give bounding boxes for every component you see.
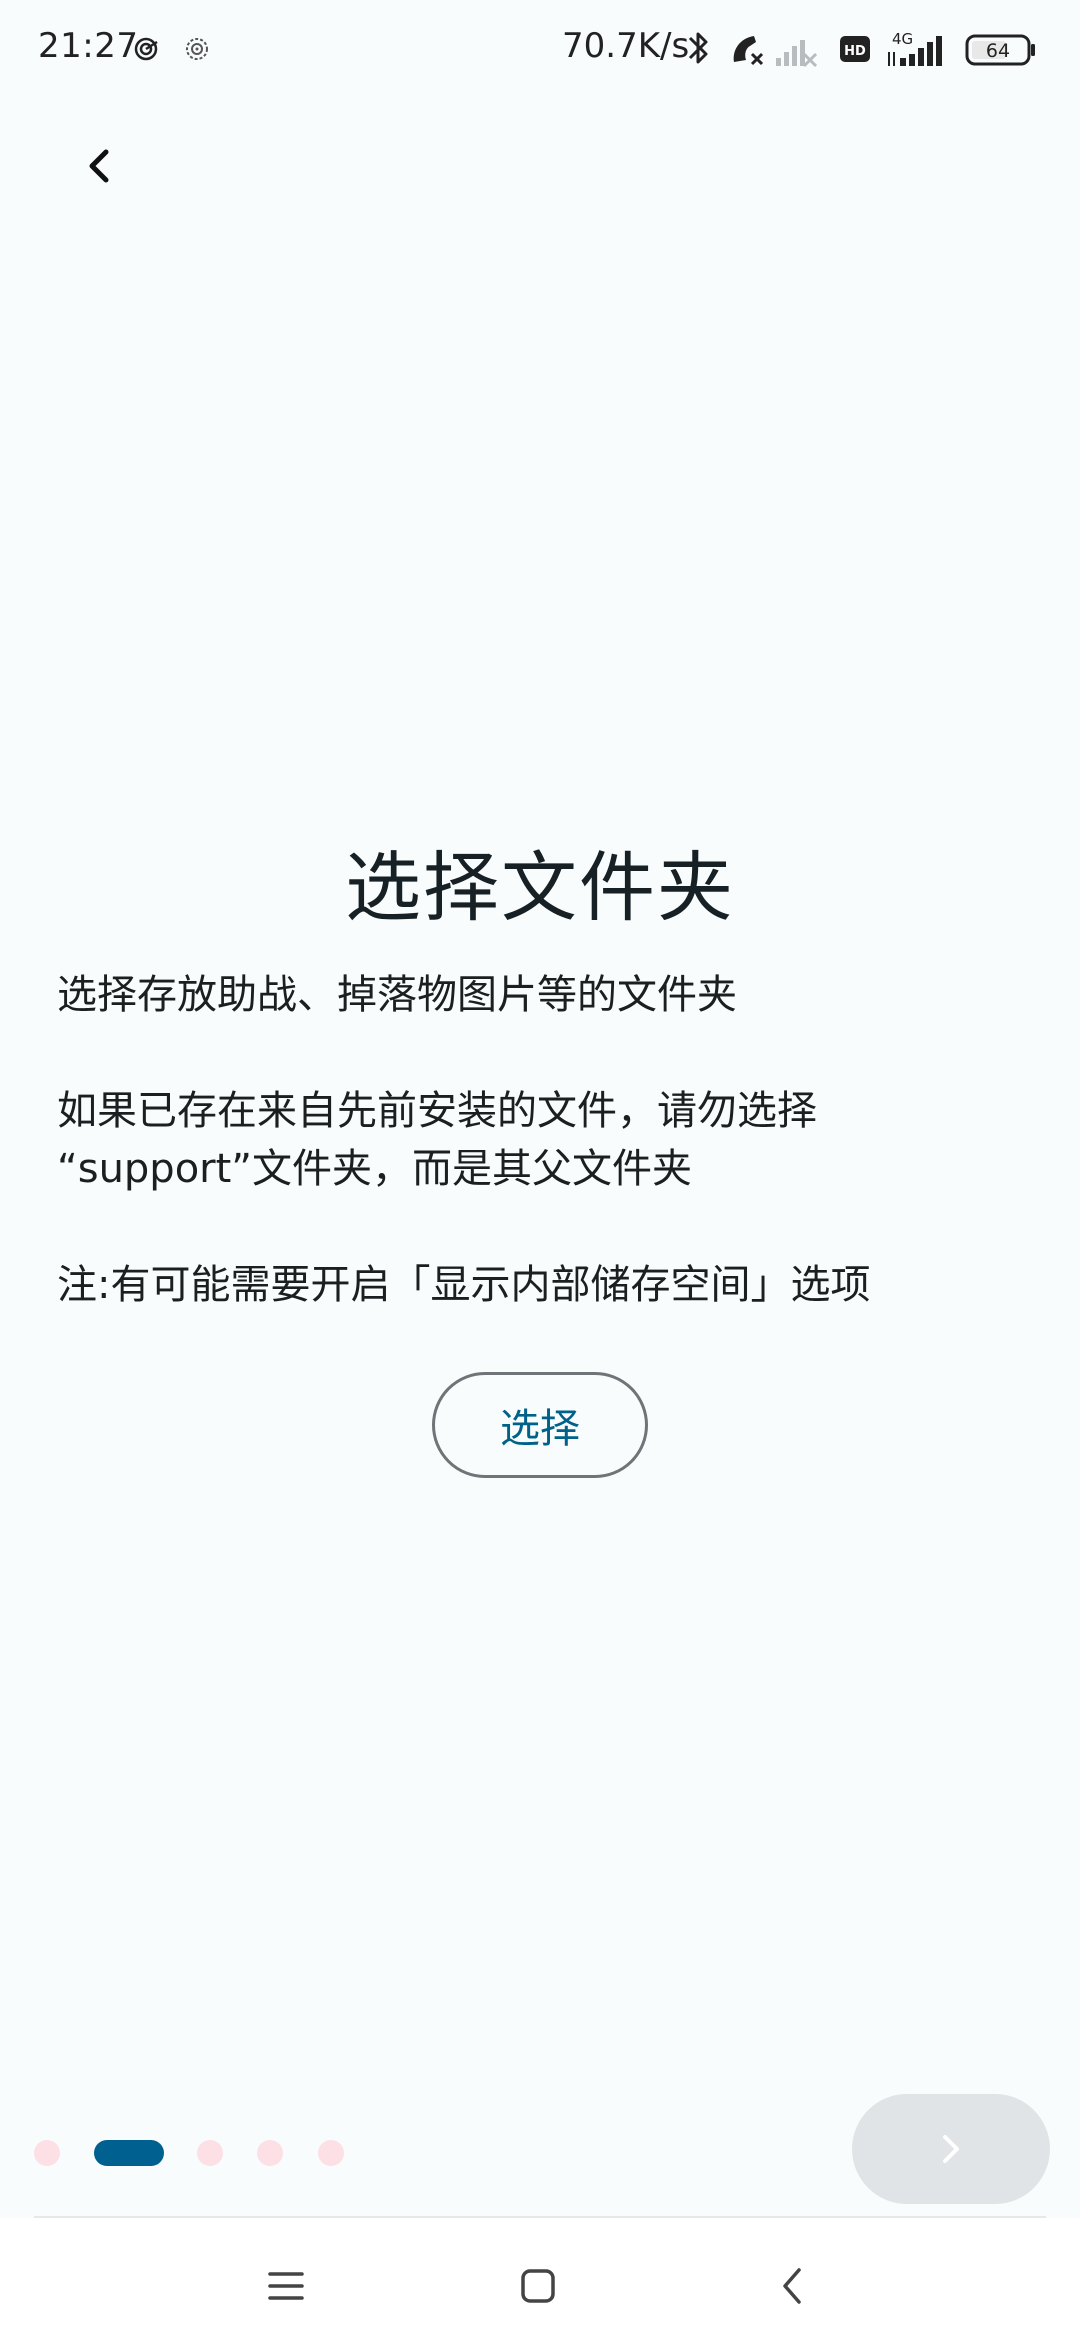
battery-icon: 64: [965, 34, 1035, 66]
hd-icon: HD: [840, 36, 870, 62]
call-off-icon: [733, 36, 764, 66]
menu-icon: [268, 2272, 304, 2300]
description-paragraph-2-line-1: 如果已存在来自先前安装的文件，请勿选择: [57, 1088, 817, 1134]
chevron-left-icon: [89, 149, 109, 183]
description-note: 注:有可能需要开启「显示内部储存空间」选项: [57, 1262, 871, 1308]
signal-off-icon: [776, 40, 818, 68]
description: 选择存放助战、掉落物图片等的文件夹 如果已存在来自先前安装的文件，请勿选择 “s…: [57, 966, 1037, 1314]
status-icons-group: HD 4G 64: [688, 30, 1035, 68]
status-bar: 21:27 70.7K/s HD 4G 64: [0, 0, 1080, 100]
radar-icon: [134, 37, 158, 61]
back-chevron-icon: [783, 2268, 801, 2304]
description-paragraph-1: 选择存放助战、掉落物图片等的文件夹: [57, 972, 737, 1018]
home-button[interactable]: [508, 2256, 568, 2316]
page-dot-1: [34, 2140, 60, 2166]
net-speed: 70.7K/s: [562, 26, 690, 66]
page-title: 选择文件夹: [345, 843, 735, 932]
home-square-icon: [521, 2269, 555, 2303]
svg-text:HD: HD: [844, 44, 866, 59]
next-button[interactable]: [852, 2094, 1050, 2204]
system-back-button[interactable]: [762, 2256, 822, 2316]
back-button[interactable]: [64, 130, 136, 202]
recent-apps-button[interactable]: [256, 2256, 316, 2316]
select-folder-button[interactable]: 选择: [432, 1372, 648, 1478]
description-paragraph-2-line-2: “support”文件夹，而是其父文件夹: [57, 1146, 693, 1192]
signal-4g-icon: 4G: [888, 30, 942, 66]
svg-text:64: 64: [986, 40, 1010, 62]
status-time: 21:27: [38, 26, 139, 66]
page-dot-4: [257, 2140, 283, 2166]
page-dot-5: [318, 2140, 344, 2166]
radar-outline-icon: [186, 38, 208, 60]
page-dot-2-active: [94, 2140, 164, 2166]
bluetooth-icon: [688, 32, 708, 64]
svg-text:4G: 4G: [892, 30, 913, 48]
page-dot-3: [197, 2140, 223, 2166]
chevron-right-icon: [943, 2135, 959, 2163]
description-paragraph-2: 如果已存在来自先前安装的文件，请勿选择 “support”文件夹，而是其父文件夹: [57, 1082, 1037, 1198]
